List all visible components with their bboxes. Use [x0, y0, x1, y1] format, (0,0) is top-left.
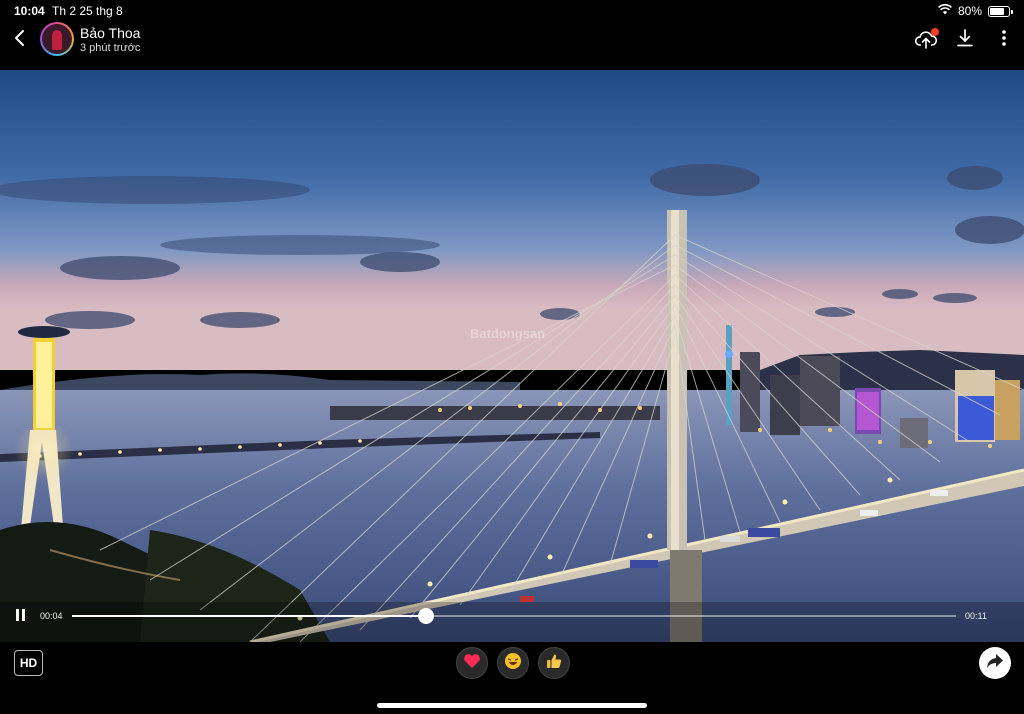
status-bar: 10:04 Th 2 25 thg 8 80%: [0, 0, 1024, 22]
pause-icon: [16, 609, 19, 621]
user-name[interactable]: Bảo Thoa: [80, 25, 140, 41]
status-date: Th 2 25 thg 8: [52, 4, 123, 18]
share-button[interactable]: [979, 647, 1011, 679]
upload-button[interactable]: [914, 28, 939, 52]
heart-reaction-button[interactable]: [456, 647, 488, 679]
pause-button[interactable]: [16, 609, 30, 623]
avatar[interactable]: [40, 22, 74, 56]
progress-fill: [72, 615, 426, 617]
more-icon: [1001, 29, 1007, 52]
progress-bar[interactable]: [72, 608, 956, 624]
total-time: 00:11: [965, 611, 987, 621]
status-indicators: 80%: [938, 4, 1013, 18]
progress-knob[interactable]: [417, 608, 434, 624]
battery-icon: [988, 5, 1013, 17]
haha-icon: [504, 652, 522, 675]
download-button[interactable]: [953, 28, 977, 52]
notification-dot: [931, 28, 939, 36]
video-player[interactable]: Batdongsan: [0, 70, 1024, 642]
home-indicator[interactable]: [377, 703, 647, 708]
video-frame: [0, 70, 1024, 642]
like-icon: [545, 652, 563, 675]
playback-controls: 00:04 00:11: [0, 606, 1024, 628]
heart-icon: [463, 653, 481, 674]
post-time: 3 phút trước: [80, 42, 141, 54]
battery-percent: 80%: [957, 4, 982, 18]
share-icon: [986, 653, 1004, 674]
wifi-icon: [938, 4, 952, 18]
current-time: 00:04: [40, 611, 63, 621]
download-icon: [955, 28, 975, 53]
video-header: Bảo Thoa 3 phút trước: [0, 22, 1024, 70]
haha-reaction-button[interactable]: [497, 647, 529, 679]
watermark: Batdongsan: [470, 326, 546, 341]
hd-quality-button[interactable]: HD: [14, 650, 43, 676]
upload-icon: [914, 28, 939, 50]
more-options-button[interactable]: [992, 28, 1016, 52]
back-button[interactable]: [10, 28, 30, 48]
like-reaction-button[interactable]: [538, 647, 570, 679]
status-time: 10:04: [14, 4, 45, 18]
back-icon: [10, 30, 30, 52]
